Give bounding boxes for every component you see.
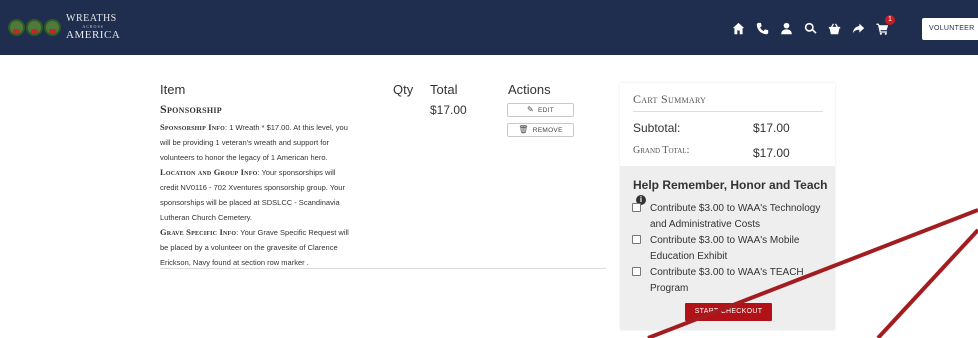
logo-text: WREATHS ACROSS AMERICA xyxy=(66,14,120,41)
donation-checkbox[interactable] xyxy=(632,267,641,276)
donation-checkbox[interactable] xyxy=(632,235,641,244)
pencil-icon: ✎ xyxy=(526,105,534,114)
detail-label: Location and Group Info xyxy=(160,167,258,177)
donation-option-label: Contribute $3.00 to WAA's Technology and… xyxy=(650,203,821,230)
edit-button[interactable]: ✎ EDIT xyxy=(507,103,574,117)
cart-summary-panel: Cart Summary Subtotal: $17.00 Grand Tota… xyxy=(620,83,835,330)
annotation-line xyxy=(876,228,978,338)
home-icon[interactable] xyxy=(730,20,746,36)
header-nav: 1 xyxy=(730,15,898,36)
detail-label: Sponsorship Info xyxy=(160,122,226,132)
grave-specific-info: Grave Specific Info: Your Grave Specific… xyxy=(160,225,350,270)
logo-line-1: WREATHS xyxy=(66,13,117,24)
basket-icon[interactable] xyxy=(826,20,842,36)
help-title: Help Remember, Honor and Teach xyxy=(633,178,828,192)
column-header-qty: Qty xyxy=(393,82,414,97)
grand-total-label: Grand Total: xyxy=(633,145,690,156)
divider xyxy=(160,268,606,269)
subtotal-label: Subtotal: xyxy=(633,121,681,135)
remove-label: REMOVE xyxy=(532,127,563,134)
item-name: Sponsorship xyxy=(160,102,222,116)
share-icon[interactable] xyxy=(850,20,866,36)
item-total: $17.00 xyxy=(430,103,467,117)
location-group-info: Location and Group Info: Your sponsorshi… xyxy=(160,165,350,225)
summary-totals: Cart Summary Subtotal: $17.00 Grand Tota… xyxy=(620,83,835,166)
site-header: WREATHS ACROSS AMERICA 1 VOLUNTEER xyxy=(0,0,978,55)
volunteer-button[interactable]: VOLUNTEER xyxy=(922,18,978,40)
wreath-icon xyxy=(8,19,25,36)
donation-option-label: Contribute $3.00 to WAA's TEACH Program xyxy=(650,267,804,294)
cart-count-badge: 1 xyxy=(885,15,895,25)
wreath-icon xyxy=(44,19,61,36)
cart-icon[interactable]: 1 xyxy=(874,15,895,36)
summary-title: Cart Summary xyxy=(633,92,707,106)
remove-button[interactable]: 🗑 REMOVE xyxy=(507,123,574,137)
search-icon[interactable] xyxy=(802,20,818,36)
phone-icon[interactable] xyxy=(754,20,770,36)
donation-checkbox[interactable] xyxy=(632,203,641,212)
wreaths-across-america-logo[interactable]: WREATHS ACROSS AMERICA xyxy=(8,14,120,41)
detail-label: Grave Specific Info xyxy=(160,227,237,237)
logo-line-3: AMERICA xyxy=(66,29,121,41)
trash-icon: 🗑 xyxy=(518,125,529,134)
user-icon[interactable] xyxy=(778,20,794,36)
column-header-total: Total xyxy=(430,82,458,97)
column-header-actions: Actions xyxy=(508,82,551,97)
column-header-item: Item xyxy=(160,82,186,97)
divider xyxy=(633,111,823,112)
start-checkout-button[interactable]: START CHECKOUT xyxy=(685,303,772,321)
grand-total-value: $17.00 xyxy=(753,146,790,160)
edit-label: EDIT xyxy=(538,107,555,114)
subtotal-value: $17.00 xyxy=(753,121,790,135)
sponsorship-info: Sponsorship Info: 1 Wreath * $17.00. At … xyxy=(160,120,350,165)
donation-option-label: Contribute $3.00 to WAA's Mobile Educati… xyxy=(650,235,800,262)
wreath-icon xyxy=(26,19,43,36)
